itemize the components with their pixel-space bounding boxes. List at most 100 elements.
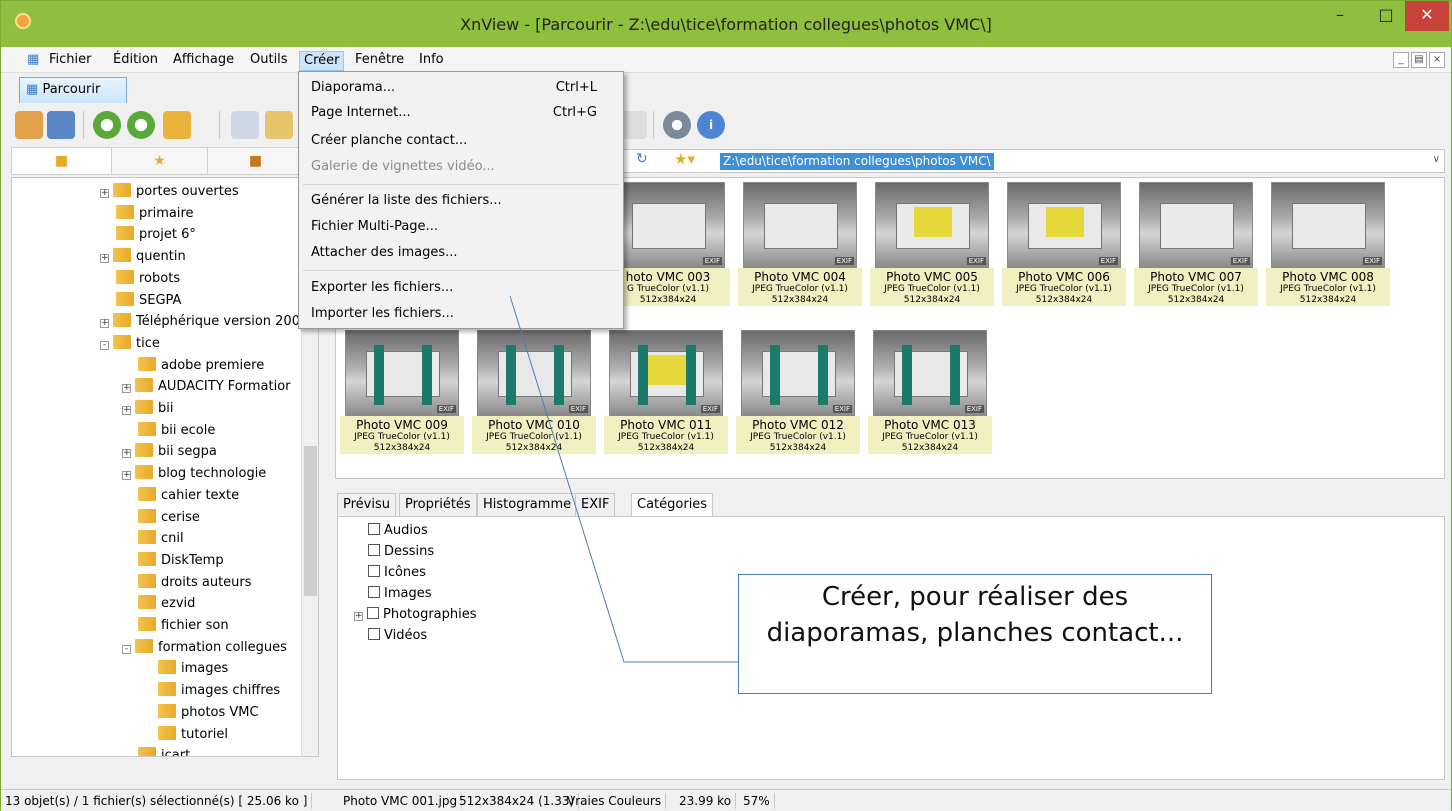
tab-exif[interactable]: EXIF [575,493,616,517]
thumbnail[interactable]: EXIF Photo VMC 005 JPEG TrueColor (v1.1) 51… [870,182,994,306]
checkbox[interactable] [368,544,380,556]
tree-item[interactable]: + AUDACITY Formatior [122,377,291,397]
address-bar[interactable]: ▼ ↻ ★▾ Z:\edu\tice\formation collegues\p… [609,149,1445,173]
open-folder-icon[interactable] [265,111,293,139]
tab-categories[interactable]: Catégories [631,493,714,517]
convert-icon[interactable] [163,111,191,139]
checkbox[interactable] [368,628,380,640]
tree-item[interactable]: projet 6° [116,225,196,245]
collapse-icon[interactable]: - [122,644,131,654]
mdi-close-button[interactable]: × [1429,52,1445,68]
expand-icon[interactable]: + [122,449,131,459]
tree-item[interactable]: tutoriel [158,725,228,745]
thumbnail[interactable]: EXIF Photo VMC 008 JPEG TrueColor (v1.1) 51… [1266,182,1390,306]
print-icon[interactable] [231,111,259,139]
tab-previsu[interactable]: Prévisu [337,493,396,517]
thumbnail[interactable]: EXIF Photo VMC 013 JPEG TrueColor (v1.1) 51… [868,330,992,454]
checkbox[interactable] [367,607,379,619]
tree-item[interactable]: robots [116,269,180,289]
menu-item-attacher-images[interactable]: Attacher des images... [311,241,611,265]
menu-info[interactable]: Info [415,51,448,71]
tree-item[interactable]: cahier texte [138,486,239,506]
menu-fichier[interactable]: Fichier [45,51,96,71]
category-images[interactable]: Images [368,584,432,604]
category-icones[interactable]: Icônes [368,563,426,583]
category-videos[interactable]: Vidéos [368,626,427,646]
thumbnail[interactable]: EXIF Photo VMC 007 JPEG TrueColor (v1.1) 51… [1134,182,1258,306]
tree-item[interactable]: images chiffres [158,681,280,701]
rotate-right-icon[interactable] [127,111,155,139]
fullscreen-icon[interactable] [15,111,43,139]
thumbnail[interactable]: EXIF Photo VMC 006 JPEG TrueColor (v1.1) 51… [1002,182,1126,306]
thumbnail[interactable]: EXIF hoto VMC 003 G TrueColor (v1.1) 512x38… [606,182,730,306]
thumbnail[interactable]: EXIF Photo VMC 012 JPEG TrueColor (v1.1) 51… [736,330,860,454]
checkbox[interactable] [368,523,380,535]
collapse-icon[interactable]: - [100,340,109,350]
tree-item[interactable]: - formation collegues [122,638,287,658]
tree-item[interactable]: bii ecole [138,421,215,441]
tab-proprietes[interactable]: Propriétés [399,493,477,517]
tree-item[interactable]: ezvid [138,594,195,614]
expand-icon[interactable]: + [100,319,109,329]
checkbox[interactable] [368,586,380,598]
tree-item[interactable]: + bii segpa [122,442,217,462]
tree-item[interactable]: + portes ouvertes [100,182,239,202]
tree-item[interactable]: droits auteurs [138,573,252,593]
tab-favorites[interactable]: ★ [112,148,208,174]
menu-edition[interactable]: Édition [109,51,162,71]
tree-item[interactable]: adobe premiere [138,356,264,376]
tree-item[interactable]: + Téléphérique version 200 [100,312,300,332]
tab-catalog[interactable]: ■ [208,148,304,174]
folder-tree[interactable]: + portes ouvertes primaire projet 6° + quenti… [11,177,319,757]
address-input[interactable]: Z:\edu\tice\formation collegues\photos V… [720,153,994,170]
minimize-button[interactable]: – [1317,1,1363,31]
tab-histogramme[interactable]: Histogramme [477,493,578,517]
checkbox[interactable] [368,565,380,577]
tab-folders[interactable]: ■ [12,148,112,174]
tree-item[interactable]: primaire [116,204,194,224]
menu-affichage[interactable]: Affichage [169,51,238,71]
thumbnail[interactable]: EXIF Photo VMC 011 JPEG TrueColor (v1.1) 51… [604,330,728,454]
tree-item[interactable]: images [158,659,228,679]
mdi-restore-button[interactable]: ▤ [1411,52,1427,68]
menu-item-multi-page[interactable]: Fichier Multi-Page... [311,215,611,239]
category-photographies[interactable]: + Photographies [354,605,477,625]
tree-item[interactable]: photos VMC [158,703,259,723]
menu-fenetre[interactable]: Fenêtre [351,51,408,71]
expand-icon[interactable]: + [100,189,109,198]
menu-item-liste-fichiers[interactable]: Générer la liste des fichiers... [311,189,611,213]
favorite-star-icon[interactable]: ★▾ [674,150,695,168]
refresh-icon[interactable]: ↻ [636,151,648,167]
tree-item[interactable]: + quentin [100,247,186,267]
menu-creer[interactable]: Créer [299,51,345,71]
thumbnail[interactable]: EXIF Photo VMC 004 JPEG TrueColor (v1.1) 51… [738,182,862,306]
menu-item-page-internet[interactable]: Page Internet... Ctrl+G [311,101,611,125]
tree-item[interactable]: cerise [138,508,200,528]
menu-item-importer[interactable]: Importer les fichiers... [311,302,611,326]
expand-icon[interactable]: + [354,612,363,621]
category-audios[interactable]: Audios [368,521,428,541]
fit-window-icon[interactable] [47,111,75,139]
expand-icon[interactable]: + [100,254,109,264]
tree-item[interactable]: cnil [138,529,184,549]
menu-item-diaporama[interactable]: Diaporama... Ctrl+L [311,76,611,100]
tree-item[interactable]: DiskTemp [138,551,224,571]
category-dessins[interactable]: Dessins [368,542,434,562]
thumbnail[interactable]: EXIF Photo VMC 009 JPEG TrueColor (v1.1) 51… [340,330,464,454]
menu-item-planche-contact[interactable]: Créer planche contact... [311,129,611,153]
menu-outils[interactable]: Outils [246,51,292,71]
tree-item[interactable]: icart [138,746,190,756]
tree-item[interactable]: + bii [122,399,173,419]
rotate-left-icon[interactable] [93,111,121,139]
menu-item-exporter[interactable]: Exporter les fichiers... [311,276,611,300]
mdi-minimize-button[interactable]: _ [1393,52,1409,68]
expand-icon[interactable]: + [122,406,131,415]
thumbnail[interactable]: EXIF Photo VMC 010 JPEG TrueColor (v1.1) 51… [472,330,596,454]
maximize-button[interactable]: □ [1363,1,1409,31]
tree-item[interactable]: + blog technologie [122,464,266,484]
tree-item[interactable]: - tice [100,334,160,354]
chevron-down-icon[interactable]: ∨ [1433,154,1440,165]
settings-gear-icon[interactable] [663,111,691,139]
expand-icon[interactable]: + [122,384,131,394]
info-icon[interactable]: i [697,111,725,139]
